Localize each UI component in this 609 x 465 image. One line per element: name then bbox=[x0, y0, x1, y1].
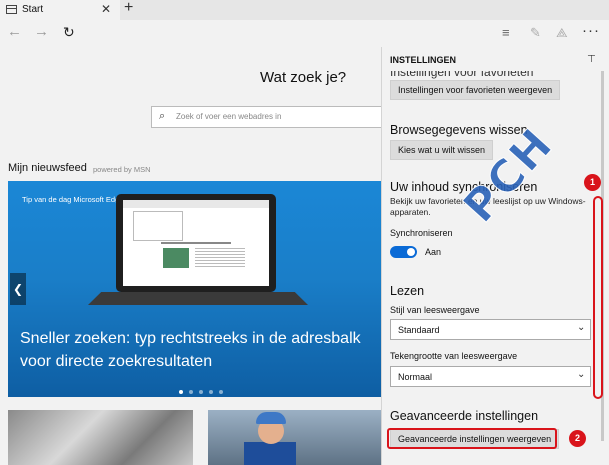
step-marker-1: 1 bbox=[584, 174, 601, 191]
search-heading: Wat zoek je? bbox=[260, 69, 347, 86]
settings-panel: INSTELLINGEN ⊤ Instellingen voor favorie… bbox=[381, 47, 609, 465]
reading-style-label: Stijl van leesweergave bbox=[390, 305, 480, 315]
close-icon[interactable]: ✕ bbox=[101, 2, 111, 16]
back-icon[interactable]: ← bbox=[7, 23, 22, 40]
slide-indicator bbox=[179, 381, 229, 397]
news-thumbnail[interactable] bbox=[8, 410, 193, 465]
feed-source: powered by MSN bbox=[93, 165, 151, 174]
reading-heading: Lezen bbox=[390, 284, 425, 298]
news-thumbnail[interactable] bbox=[208, 410, 381, 465]
laptop-base bbox=[88, 292, 308, 305]
pin-icon[interactable]: ⊤ bbox=[587, 54, 596, 65]
tab-start[interactable]: Start ✕ bbox=[0, 0, 120, 20]
slide-dot[interactable] bbox=[179, 390, 183, 394]
panel-header: INSTELLINGEN ⊤ bbox=[382, 47, 609, 71]
hero-caption[interactable]: Sneller zoeken: typ rechtstreeks in de a… bbox=[20, 327, 380, 373]
sync-label: Synchroniseren bbox=[390, 228, 453, 238]
reading-style-select[interactable]: Standaard ⌄ bbox=[390, 319, 591, 340]
forward-icon[interactable]: → bbox=[34, 23, 49, 40]
sync-state: Aan bbox=[425, 247, 442, 257]
hub-icon[interactable]: ≡ bbox=[502, 25, 510, 40]
web-note-icon[interactable]: ✎ bbox=[530, 25, 541, 41]
slide-dot[interactable] bbox=[219, 390, 223, 394]
reading-size-value: Normaal bbox=[398, 372, 433, 382]
step-marker-2: 2 bbox=[569, 430, 586, 447]
refresh-icon[interactable]: ↻ bbox=[63, 24, 75, 41]
new-tab-button[interactable]: + bbox=[124, 0, 133, 17]
search-input[interactable]: ⌕ Zoek of voer een webadres in bbox=[151, 106, 383, 128]
tab-bar: Start ✕ + bbox=[0, 0, 609, 20]
search-placeholder: Zoek of voer een webadres in bbox=[176, 112, 282, 121]
hero-card[interactable]: Tip van de dag Microsoft Edge ❮ Sneller … bbox=[8, 181, 381, 397]
advanced-button-highlight bbox=[387, 428, 557, 449]
feed-title: Mijn nieuwsfeed bbox=[8, 162, 87, 174]
tab-title: Start bbox=[22, 4, 44, 15]
reading-size-select[interactable]: Normaal ⌄ bbox=[390, 366, 591, 387]
slide-dot[interactable] bbox=[199, 390, 203, 394]
laptop-image bbox=[116, 194, 276, 292]
sync-toggle[interactable] bbox=[390, 246, 417, 258]
chevron-left-icon[interactable]: ❮ bbox=[10, 273, 26, 305]
start-page: Wat zoek je? ⌕ Zoek of voer een webadres… bbox=[0, 47, 383, 465]
clear-data-button[interactable]: Kies wat u wilt wissen bbox=[390, 140, 494, 160]
scrollbar-highlight bbox=[593, 196, 603, 399]
navigation-bar: ← → ↻ ≡ ✎ ⟁ ··· bbox=[0, 20, 609, 47]
favorites-settings-button[interactable]: Instellingen voor favorieten weergeven bbox=[390, 80, 561, 100]
slide-dot[interactable] bbox=[209, 390, 213, 394]
share-icon[interactable]: ⟁ bbox=[556, 25, 568, 41]
slide-dot[interactable] bbox=[189, 390, 193, 394]
edge-window: Start ✕ + ← → ↻ ≡ ✎ ⟁ ··· Wat zoek je? ⌕… bbox=[0, 0, 609, 465]
page-icon bbox=[6, 5, 17, 14]
browsing-data-heading: Browsegegevens wissen bbox=[390, 123, 528, 137]
reading-style-value: Standaard bbox=[398, 325, 440, 335]
chevron-down-icon: ⌄ bbox=[577, 322, 586, 333]
advanced-heading: Geavanceerde instellingen bbox=[390, 409, 539, 423]
more-icon[interactable]: ··· bbox=[582, 22, 600, 39]
reading-size-label: Tekengrootte van leesweergave bbox=[390, 351, 518, 361]
hero-tag: Tip van de dag Microsoft Edge bbox=[22, 195, 124, 204]
panel-title: INSTELLINGEN bbox=[390, 55, 457, 65]
search-icon: ⌕ bbox=[159, 110, 166, 122]
chevron-down-icon: ⌄ bbox=[577, 369, 586, 380]
